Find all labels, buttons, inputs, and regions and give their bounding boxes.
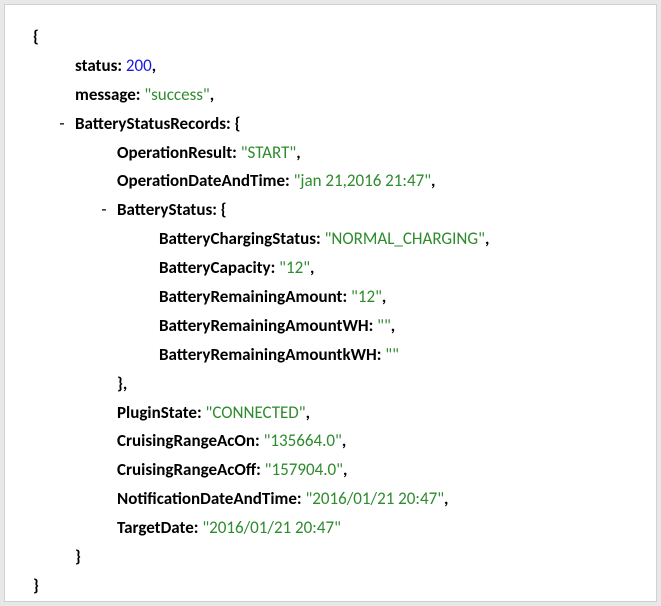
battery-capacity-value: "12": [279, 257, 310, 278]
battery-remaining-wh-value: "": [377, 315, 391, 336]
charging-status-value: "NORMAL_CHARGING": [325, 228, 485, 249]
battery-capacity-row: BatteryCapacity: "12",: [33, 254, 640, 283]
charging-status-row: BatteryChargingStatus: "NORMAL_CHARGING"…: [33, 225, 640, 254]
bsr-key: BatteryStatusRecords: [75, 113, 226, 134]
battery-remaining-value: "12": [351, 286, 382, 307]
root-open-brace: {: [33, 23, 640, 52]
plugin-state-value: "CONNECTED": [206, 402, 306, 423]
status-row: status: 200,: [33, 52, 640, 81]
cruising-range-on-row: CruisingRangeAcOn: "135664.0",: [33, 427, 640, 456]
operation-datetime-row: OperationDateAndTime: "jan 21,2016 21:47…: [33, 167, 640, 196]
json-viewer-panel: { status: 200, message: "success", -Batt…: [4, 4, 657, 602]
operation-datetime-value: "jan 21,2016 21:47": [294, 170, 431, 191]
battery-remaining-row: BatteryRemainingAmount: "12",: [33, 283, 640, 312]
message-key: message: [75, 84, 136, 105]
root-close-brace: }: [33, 572, 640, 601]
notification-datetime-row: NotificationDateAndTime: "2016/01/21 20:…: [33, 485, 640, 514]
collapse-toggle-icon[interactable]: -: [97, 196, 111, 225]
operation-result-value: "START": [241, 142, 297, 163]
battery-status-close-brace: },: [33, 370, 640, 399]
battery-remaining-kwh-value: "": [385, 344, 399, 365]
battery-remaining-kwh-row: BatteryRemainingAmountkWH: "": [33, 341, 640, 370]
target-date-row: TargetDate: "2016/01/21 20:47": [33, 514, 640, 543]
cruising-range-off-row: CruisingRangeAcOff: "157904.0",: [33, 456, 640, 485]
battery-status-row: -BatteryStatus: {: [33, 196, 640, 225]
bsr-close-brace: }: [33, 543, 640, 572]
operation-result-row: OperationResult: "START",: [33, 139, 640, 168]
status-value: 200: [126, 55, 152, 76]
collapse-toggle-icon[interactable]: -: [55, 110, 69, 139]
cruising-range-off-value: "157904.0": [265, 459, 343, 480]
battery-remaining-wh-row: BatteryRemainingAmountWH: "",: [33, 312, 640, 341]
plugin-state-row: PluginState: "CONNECTED",: [33, 399, 640, 428]
message-value: "success": [144, 84, 209, 105]
message-row: message: "success",: [33, 81, 640, 110]
cruising-range-on-value: "135664.0": [264, 430, 342, 451]
target-date-value: "2016/01/21 20:47": [202, 517, 341, 538]
battery-status-records-row: -BatteryStatusRecords: {: [33, 110, 640, 139]
status-key: status: [75, 55, 117, 76]
notification-datetime-value: "2016/01/21 20:47": [305, 488, 444, 509]
